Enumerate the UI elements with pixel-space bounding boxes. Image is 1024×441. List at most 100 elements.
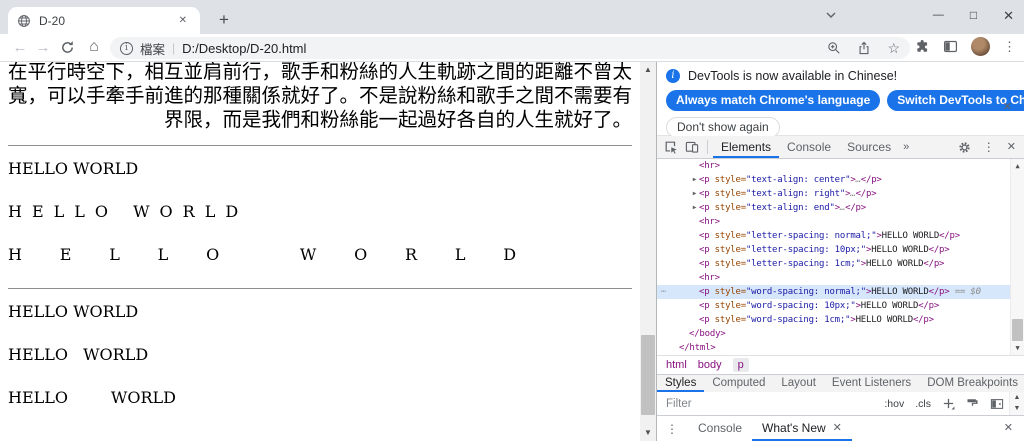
browser-tab[interactable]: D-20 ✕	[8, 7, 200, 34]
home-button[interactable]: ⌂	[84, 37, 104, 57]
tree-row[interactable]: <hr>	[657, 271, 1024, 285]
scroll-down-arrow[interactable]: ▼	[1011, 342, 1024, 354]
side-panel-icon[interactable]	[943, 39, 958, 54]
close-window-button[interactable]: ✕	[1003, 9, 1014, 22]
tab-layout[interactable]: Layout	[773, 375, 824, 392]
tree-row[interactable]: <p style= "word-spacing: 1cm;" > HELLO WORL…	[657, 313, 1024, 327]
tree-row[interactable]: ▶ <p style= "text-align: end" >… </p>	[657, 201, 1024, 215]
tab-computed[interactable]: Computed	[704, 375, 773, 392]
scroll-up-arrow[interactable]: ▲	[1011, 160, 1024, 172]
drawer-menu-icon[interactable]: ⋮	[666, 422, 678, 436]
tree-row[interactable]: </html>	[657, 341, 1024, 355]
tab-elements[interactable]: Elements	[713, 136, 779, 158]
tab-dom-breakpoints[interactable]: DOM Breakpoints	[919, 375, 1024, 392]
code-token: </p>	[912, 315, 934, 325]
scroll-up-arrow[interactable]: ▲	[1010, 393, 1024, 403]
breadcrumb-p-selected[interactable]: p	[732, 358, 749, 372]
tree-row[interactable]: <p style= "word-spacing: 10px;" > HELLO WOR…	[657, 299, 1024, 313]
devtools-drawer: ⋮ Console What's New ✕ ✕	[657, 415, 1024, 441]
row-gutter: ⋯	[660, 287, 667, 297]
browser-menu-icon[interactable]: ⋮	[1003, 40, 1016, 53]
paragraph-line: 寬，可以手牽手前進的那種關係就好了。不是說粉絲和歌手之間不需要有	[8, 84, 633, 107]
sidebar-tabs: Styles Computed Layout Event Listeners D…	[657, 374, 1024, 392]
bookmark-star-icon[interactable]: ☆	[887, 41, 900, 55]
code-token: style=	[709, 315, 747, 325]
tree-row[interactable]: <p style= "letter-spacing: 10px;" > HELLO W…	[657, 243, 1024, 257]
url-text[interactable]: D:/Desktop/D-20.html	[182, 41, 820, 56]
breadcrumb-body[interactable]: body	[698, 359, 722, 371]
tree-row[interactable]: <hr>	[657, 215, 1024, 229]
tree-row[interactable]: ⋯ <p style= "word-spacing: normal;" > HELLO …	[657, 285, 1024, 299]
code-token: </p>	[918, 301, 940, 311]
dont-show-again-button[interactable]: Don't show again	[666, 117, 780, 138]
cls-toggle[interactable]: .cls	[915, 398, 931, 410]
new-tab-button[interactable]: +	[212, 8, 236, 32]
letter-spacing-normal-sample: HELLO WORLD	[8, 159, 139, 178]
zoom-magnifier-icon[interactable]	[827, 41, 841, 55]
tab-sources[interactable]: Sources	[839, 136, 899, 158]
match-language-button[interactable]: Always match Chrome's language	[666, 90, 881, 111]
tree-row[interactable]: ▶ <p style= "text-align: right" >… </p>	[657, 187, 1024, 201]
expander-arrow-icon[interactable]: ▶	[690, 201, 699, 215]
tree-row[interactable]: <p style= "letter-spacing: 1cm;" > HELLO WO…	[657, 257, 1024, 271]
extensions-puzzle-icon[interactable]	[915, 39, 930, 54]
tree-row[interactable]: </body>	[657, 327, 1024, 341]
forward-button[interactable]: →	[33, 38, 53, 58]
drawer-tab-console[interactable]: Console	[688, 416, 752, 441]
expander-arrow-icon[interactable]: ▶	[690, 187, 699, 201]
page-content: 在平行時空下，相互並肩前行，歌手和粉絲的人生軌跡之間的距離不曾太 寬，可以手牽手…	[0, 62, 640, 441]
code-token: <p	[699, 315, 710, 325]
letter-spacing-10px-sample: HELLO WORLD	[8, 202, 249, 221]
inspect-element-icon[interactable]	[664, 140, 678, 154]
computed-sidebar-toggle-icon[interactable]	[990, 397, 1004, 411]
drawer-tab-whats-new[interactable]: What's New ✕	[752, 416, 852, 441]
scroll-down-arrow[interactable]: ▼	[640, 426, 656, 440]
page-scrollbar[interactable]: ▲ ▼	[640, 62, 656, 441]
code-token: style=	[709, 287, 747, 297]
drawer-tab-close-icon[interactable]: ✕	[833, 423, 842, 434]
expander-arrow-icon[interactable]: ▶	[690, 173, 699, 187]
tree-row[interactable]: <p style= "letter-spacing: normal;" > HELLO…	[657, 229, 1024, 243]
reload-button[interactable]	[57, 40, 77, 61]
scroll-down-arrow[interactable]: ▼	[1010, 404, 1024, 414]
page-info-icon[interactable]: i	[120, 41, 133, 55]
share-icon[interactable]	[857, 41, 871, 55]
styles-scrollbar[interactable]: ▲ ▼	[1009, 392, 1024, 415]
device-toolbar-icon[interactable]	[685, 140, 699, 154]
more-tabs-icon[interactable]: »	[899, 141, 913, 153]
scrollbar-thumb[interactable]	[1012, 319, 1023, 341]
devtools-menu-icon[interactable]: ⋮	[983, 141, 995, 153]
devtools-close-icon[interactable]: ✕	[1007, 141, 1016, 153]
tree-row[interactable]: ▶ <p style= "text-align: center" >… </p>	[657, 173, 1024, 187]
address-bar[interactable]: i 檔案 | D:/Desktop/D-20.html ☆	[110, 37, 910, 59]
settings-gear-icon[interactable]	[958, 141, 971, 154]
code-token: "letter-spacing: 1cm;"	[745, 259, 861, 269]
code-token: </p>	[928, 287, 950, 297]
paint-roller-icon[interactable]	[966, 397, 979, 410]
tab-event-listeners[interactable]: Event Listeners	[824, 375, 919, 392]
code-token: <p	[699, 245, 710, 255]
breadcrumb-html[interactable]: html	[666, 359, 687, 371]
elements-scrollbar[interactable]: ▲ ▼	[1010, 159, 1024, 355]
new-style-rule-icon[interactable]	[942, 397, 955, 410]
styles-filter-input[interactable]: Filter	[666, 398, 692, 410]
tab-console[interactable]: Console	[779, 136, 839, 158]
tab-close-icon[interactable]: ✕	[175, 13, 191, 28]
hov-state-toggle[interactable]: :hov	[884, 398, 904, 410]
tree-row[interactable]: <hr>	[657, 159, 1024, 173]
code-token: == $0	[949, 287, 981, 297]
scroll-up-arrow[interactable]: ▲	[640, 63, 656, 77]
drawer-close-icon[interactable]: ✕	[1004, 423, 1013, 434]
infobar-close-icon[interactable]: ✕	[1003, 100, 1012, 113]
maximize-button[interactable]: □	[970, 9, 977, 21]
paragraph-line: 在平行時空下，相互並肩前行，歌手和粉絲的人生軌跡之間的距離不曾太	[8, 62, 633, 83]
minimize-button[interactable]: —	[933, 9, 944, 21]
code-token: </body>	[689, 329, 726, 339]
code-token: <p	[699, 301, 710, 311]
back-button[interactable]: ←	[10, 38, 30, 58]
tab-styles[interactable]: Styles	[657, 375, 704, 392]
toolbar-divider	[707, 140, 708, 154]
scrollbar-thumb[interactable]	[641, 335, 655, 415]
profile-avatar[interactable]	[971, 37, 990, 56]
tab-search-chevron-icon[interactable]	[825, 11, 837, 19]
